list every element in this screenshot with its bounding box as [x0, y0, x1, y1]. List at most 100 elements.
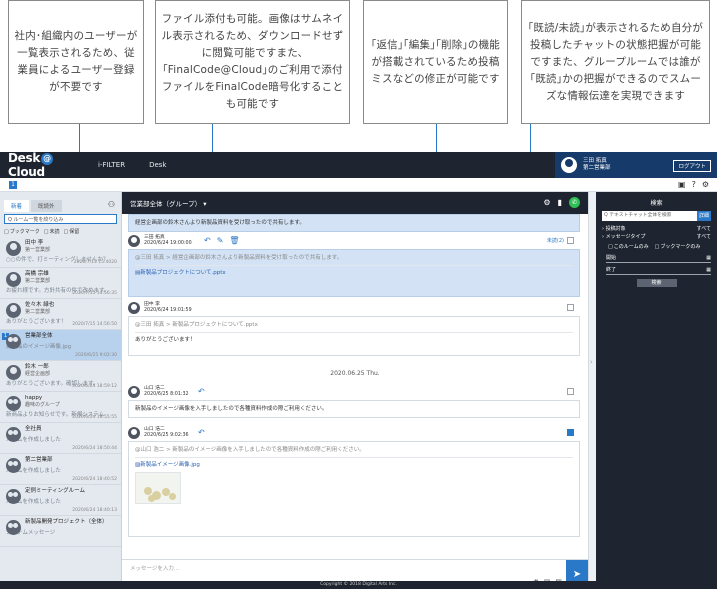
message: 田中 李 2020/6/24 19:01:59 @三田 拓真 > 新製品プロジェ…	[128, 300, 580, 356]
message-header: 山口 浩二 2020/6/25 8:01:32	[128, 384, 580, 400]
message-meta: 山口 浩二 2020/6/25 8:01:32	[144, 386, 189, 398]
callout-text: 社内･組織内のユーザーが一覧表示されるため、従業員によるユーザー登録が不要です	[14, 30, 138, 93]
room-name: 新製品開発プロジェクト（全体）	[25, 519, 108, 525]
sidebar-room-item[interactable]: 新製品開発プロジェクト（全体） システムメッセージ	[0, 516, 121, 547]
logo-text: Desk	[8, 152, 41, 165]
room-time: 2020/7/15 14:56:50	[72, 322, 117, 327]
attachment-link[interactable]: ▨新製品イメージ画像.jpg	[135, 461, 573, 469]
sidebar-room-item[interactable]: 1 営業部全体 新製品のイメージ画像.jpg 2020/6/25 9:02:30	[0, 330, 121, 361]
start-date-field[interactable]: 開始 ▦	[606, 254, 711, 263]
checkbox-icon[interactable]	[567, 304, 574, 311]
user-avatar-icon	[6, 365, 21, 380]
sidebar-room-item[interactable]: 田中 李第一営業部 ○○の件で、打ミーティングしませんか？ 2020/7/15 15…	[0, 237, 121, 268]
sidebar-room-item[interactable]: happy 趣味のグループ 新商品よりお知らせです。新規システム 2020/6/24 …	[0, 392, 121, 423]
attachment-link[interactable]: ▤新製品プロジェクトについて.pptx	[135, 269, 573, 277]
user-info: 三田 拓真 第二営業部	[583, 158, 611, 172]
search-box: Q テキストチャット全体を検索 詳細	[602, 211, 711, 221]
logo-at-icon: @	[41, 153, 54, 165]
message: 山口 浩二 2020/6/25 9:02:36 ↶ @山口 浩二 > 新製品のイ…	[128, 425, 580, 537]
phone-icon[interactable]: ✆	[569, 197, 580, 208]
avatar	[128, 386, 140, 398]
filter-message-type[interactable]: › メッセージタイプ すべて	[602, 233, 711, 241]
checkbox-icon[interactable]	[567, 237, 574, 244]
copyright-footer: Copyright © 2018 Digital Arts Inc.	[0, 581, 717, 589]
app-logo[interactable]: Desk @Cloud	[0, 152, 86, 179]
sidebar-room-item[interactable]: 高橋 宗雄 第二営業部 お疲れ様です。方針共有の件で改めます。 2020/7/15 1…	[0, 268, 121, 299]
message-meta: 山口 浩二 2020/6/25 9:02:36	[144, 427, 189, 439]
search-detail-button[interactable]: 詳細	[697, 211, 711, 221]
date-separator: 2020.06.25 Thu.	[330, 370, 380, 377]
checkbox-icon[interactable]	[567, 388, 574, 395]
sidebar-room-item[interactable]: 佐々木 緑也 第二営業部 ありがとうございます！ 2020/7/15 14:56:50	[0, 299, 121, 330]
message-meta: 田中 李 2020/6/24 19:01:59	[144, 302, 192, 314]
option-this-room[interactable]: このルームのみ	[608, 243, 649, 250]
read-status	[567, 429, 574, 436]
tab-new[interactable]: 新着	[4, 200, 30, 212]
toolbar-icons: ▣ ? ⚙	[678, 180, 709, 189]
user-name: 三田 拓真	[583, 158, 607, 164]
room-time: 2020/6/24 18:55:55	[72, 415, 117, 420]
room-search-input[interactable]: Q ルーム一覧を絞り込み	[4, 214, 117, 224]
settings-icon[interactable]: ⚙	[702, 180, 709, 189]
room-preview: ルームを作成しました	[6, 468, 61, 474]
message-text: 新製品のイメージ画像を入手しましたので各種資料作成の際ご利用ください。	[135, 406, 328, 412]
tab-read[interactable]: 既読外	[31, 200, 62, 212]
room-name: 佐々木 緑也	[25, 302, 55, 308]
room-name: 高橋 宗雄	[25, 271, 49, 277]
chevron-down-icon: ▾	[203, 200, 207, 208]
logout-button[interactable]: ログアウト	[673, 160, 711, 172]
nav-ifilter[interactable]: i-FILTER	[86, 161, 137, 169]
group-avatar-icon	[6, 489, 21, 504]
sidebar-room-item[interactable]: 第二営業部 ルームを作成しました 2020/6/24 18:40:52	[0, 454, 121, 485]
message-body: 経営企画部の鈴木さんより新製品資料を受け取ったので共有します。	[128, 214, 580, 232]
bookmark-icon[interactable]: ▣	[678, 180, 686, 189]
message-header: 山口 浩二 2020/6/25 9:02:36	[128, 425, 580, 441]
user-avatar-icon	[6, 241, 21, 256]
sidebar-room-item[interactable]: 全社員 ルームを作成しました 2020/6/24 18:50:44	[0, 423, 121, 454]
sidebar-room-item[interactable]: 鈴木 一郎 経営企画部 ありがとうございます。確認します。 2020/6/24 18:…	[0, 361, 121, 392]
room-title[interactable]: 営業部全体（グループ） ▾	[130, 198, 206, 208]
message-body: @三田 拓真 > 新製品プロジェクトについて.pptx ありがとうございます！	[128, 316, 580, 356]
room-name: 鈴木 一郎	[25, 364, 49, 370]
search-button[interactable]: 検索	[636, 279, 677, 287]
nav-desk[interactable]: Desk	[137, 161, 178, 169]
room-name: happy	[25, 395, 43, 401]
search-input[interactable]: Q テキストチャット全体を検索	[602, 211, 697, 221]
filter-hold[interactable]: 保留	[64, 228, 79, 235]
reply-icon[interactable]: ↶	[198, 387, 205, 396]
callout-read-status: ｢既読/未読｣が表示されるため自分が投稿したチャットの状態把握が可能ですまた、グ…	[521, 0, 710, 124]
panel-collapse-handle[interactable]: ›	[588, 192, 596, 589]
filter-post-target[interactable]: › 投稿対象 すべて	[602, 225, 711, 233]
group-avatar-icon	[6, 458, 21, 473]
add-user-icon[interactable]: ⚇	[108, 200, 115, 209]
room-name: 第二営業部	[25, 457, 53, 463]
bookmark-icon[interactable]: ▮	[558, 198, 562, 207]
quote-text: @三田 拓真 > 経営企画部の鈴木さんより新製品資料を受け取ったので共有します。	[135, 254, 573, 266]
desk-app: Desk @Cloud i-FILTER Desk 三田 拓真 第二営業部 ログア…	[0, 152, 717, 589]
image-thumbnail[interactable]	[135, 472, 181, 504]
message-input[interactable]: メッセージを入力...	[130, 564, 179, 572]
message: 三田 拓真 2020/6/24 19:00:00 ↶ ✎ 🗑 未読(2) @三田…	[128, 233, 580, 297]
notification-badge[interactable]: 1	[9, 181, 17, 189]
message-list: 経営企画部の鈴木さんより新製品資料を受け取ったので共有します。 三田 拓真 20…	[122, 214, 588, 559]
message-actions: ↶	[198, 428, 205, 437]
filter-bookmark[interactable]: ブックマーク	[4, 228, 40, 235]
date-label: 終了	[606, 267, 617, 273]
edit-icon[interactable]: ✎	[217, 236, 224, 245]
option-bookmark-only[interactable]: ブックマークのみ	[655, 243, 700, 250]
reply-icon[interactable]: ↶	[204, 236, 211, 245]
end-date-field[interactable]: 終了 ▦	[606, 266, 711, 275]
sidebar-room-item[interactable]: 定例ミーティングルーム ルームを作成しました 2020/6/24 18:40:13	[0, 485, 121, 516]
room-subtitle: 第二営業部	[25, 278, 51, 284]
help-icon[interactable]: ?	[692, 180, 696, 189]
chat-panel: 営業部全体（グループ） ▾ ⚙ ▮ ✆ 経営企画部の鈴木さんより新製品資料を受け…	[122, 192, 588, 589]
filter-unread[interactable]: 未読	[44, 228, 59, 235]
avatar	[128, 302, 140, 314]
reply-icon[interactable]: ↶	[198, 428, 205, 437]
chat-header: 営業部全体（グループ） ▾ ⚙ ▮ ✆	[122, 192, 588, 214]
gear-icon[interactable]: ⚙	[543, 198, 550, 207]
room-subtitle: 第二営業部	[25, 309, 51, 315]
bookmark-flag-icon[interactable]	[567, 429, 574, 436]
read-count[interactable]: 未読(2)	[547, 237, 564, 244]
delete-icon[interactable]: 🗑	[229, 236, 239, 245]
